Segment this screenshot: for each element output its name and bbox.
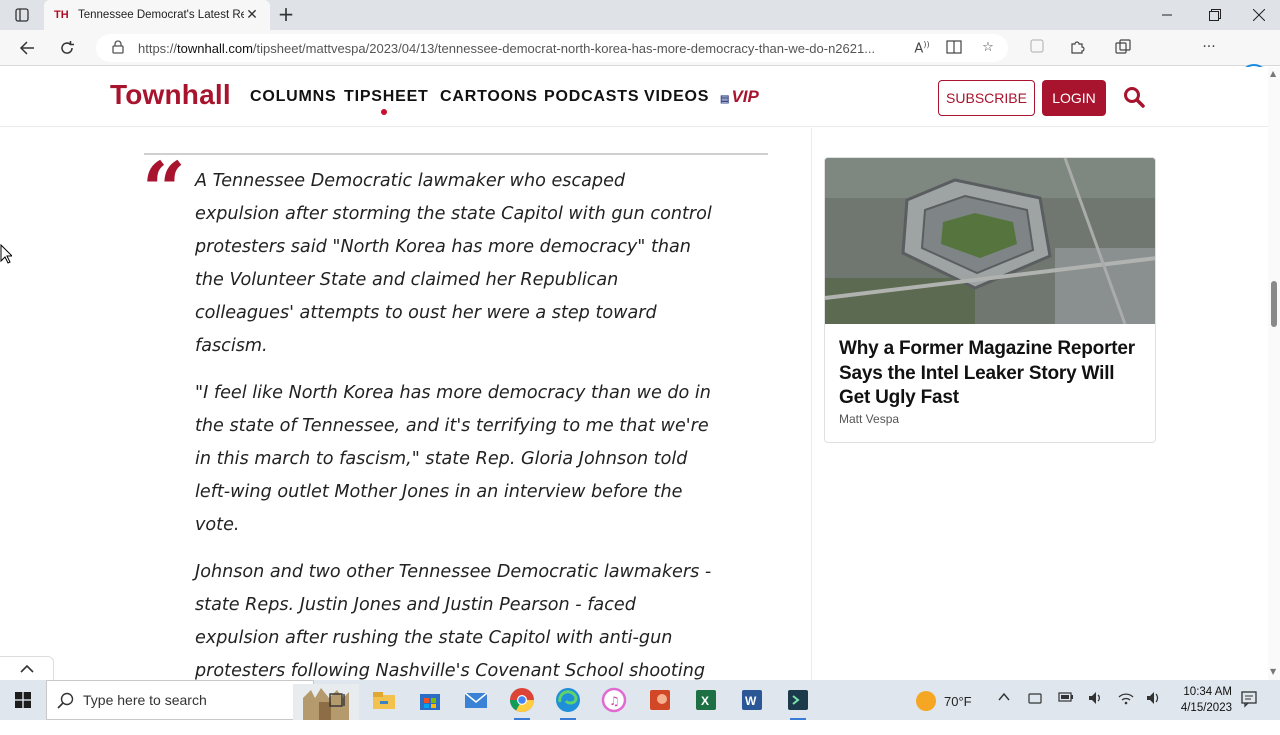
new-tab-icon[interactable]: + <box>276 4 296 26</box>
svg-text:♫: ♫ <box>609 694 620 708</box>
minimize-icon[interactable] <box>1144 0 1190 30</box>
nav-podcasts[interactable]: PODCASTS <box>544 88 639 106</box>
more-menu-icon[interactable]: ··· <box>1198 39 1220 59</box>
nav-tipsheet[interactable]: TIPSHEET <box>344 88 429 106</box>
article-paragraph: A Tennessee Democratic lawmaker who esca… <box>195 171 712 356</box>
scroll-down-icon[interactable]: ▼ <box>1270 667 1276 676</box>
meet-now-icon[interactable] <box>1028 691 1042 709</box>
address-bar[interactable]: https://townhall.com/tipsheet/mattvespa/… <box>96 34 1008 62</box>
browser-toolbar: https://townhall.com/tipsheet/mattvespa/… <box>0 30 1280 92</box>
lock-icon[interactable] <box>112 39 138 57</box>
immersive-reader-icon[interactable] <box>944 40 964 58</box>
volume-icon[interactable] <box>1146 691 1162 709</box>
system-clock[interactable]: 10:34 AM 4/15/2023 <box>1168 684 1232 716</box>
file-explorer-icon[interactable] <box>370 686 398 714</box>
close-window-icon[interactable] <box>1236 0 1280 30</box>
tab-title: Tennessee Democrat's Latest Re <box>78 9 244 21</box>
url-text[interactable]: https://townhall.com/tipsheet/mattvespa/… <box>138 41 908 56</box>
clock-time: 10:34 AM <box>1183 686 1232 698</box>
weather-widget[interactable]: 70°F <box>916 691 972 711</box>
search-icon <box>57 692 74 709</box>
collections-icon[interactable] <box>1112 39 1134 59</box>
site-logo[interactable]: Townhall <box>110 79 231 111</box>
tab-favicon: TH <box>54 9 69 21</box>
svg-text:W: W <box>745 694 757 708</box>
active-nav-indicator <box>381 109 387 115</box>
column-divider <box>811 128 812 680</box>
quote-mark-icon: “ <box>142 145 186 234</box>
subscribe-button[interactable]: SUBSCRIBE <box>938 80 1035 116</box>
search-placeholder: Type here to search <box>83 692 207 708</box>
svg-text:X: X <box>701 694 709 708</box>
url-path: /tipsheet/mattvespa/2023/04/13/tennessee… <box>252 40 876 56</box>
login-button[interactable]: LOGIN <box>1042 80 1106 116</box>
nav-columns[interactable]: COLUMNS <box>250 88 336 106</box>
search-icon[interactable] <box>1122 85 1148 111</box>
back-arrow-icon[interactable] <box>14 36 40 60</box>
weather-sun-icon <box>916 691 936 711</box>
temperature-label: 70°F <box>944 693 972 709</box>
tab-actions-icon[interactable] <box>8 4 36 26</box>
show-hidden-icons-chevron-icon[interactable] <box>998 691 1010 707</box>
battery-icon[interactable] <box>1058 691 1074 707</box>
extension-icon[interactable] <box>1026 39 1048 59</box>
nav-videos[interactable]: VIDEOS <box>644 88 709 106</box>
taskbar-search-input[interactable]: Type here to search <box>46 680 359 720</box>
word-icon[interactable]: W <box>738 686 766 714</box>
restore-icon[interactable] <box>1192 0 1238 30</box>
chrome-icon[interactable] <box>508 686 536 720</box>
clock-date: 4/15/2023 <box>1180 702 1232 714</box>
chevron-up-icon <box>19 664 34 673</box>
edge-icon[interactable] <box>554 686 582 720</box>
back-to-top-button[interactable] <box>0 656 54 681</box>
itunes-icon[interactable]: ♫ <box>600 686 628 714</box>
excel-icon[interactable]: X <box>692 686 720 714</box>
url-domain: townhall.com <box>177 40 253 56</box>
powerpoint-icon[interactable] <box>646 686 674 714</box>
article-paragraph: "I feel like North Korea has more democr… <box>195 383 711 535</box>
refresh-icon[interactable] <box>54 36 80 60</box>
card-author[interactable]: Matt Vespa <box>839 412 899 426</box>
scroll-up-icon[interactable]: ▲ <box>1270 69 1276 78</box>
terminal-app-icon[interactable] <box>784 686 812 720</box>
page-scrollbar[interactable]: ▲ ▼ <box>1268 67 1280 680</box>
read-aloud-icon[interactable]: A)) <box>912 40 932 58</box>
article-blockquote: A Tennessee Democratic lawmaker who esca… <box>195 165 715 735</box>
pentagon-aerial-image[interactable] <box>825 158 1156 324</box>
nav-cartoons[interactable]: CARTOONS <box>440 88 538 106</box>
speaker-icon[interactable] <box>1088 691 1104 709</box>
browser-tab-strip: TH Tennessee Democrat's Latest Re ✕ + <box>0 0 1280 30</box>
task-view-icon[interactable] <box>323 686 351 714</box>
vip-label: VIP <box>731 87 759 106</box>
card-title[interactable]: Why a Former Magazine Reporter Says the … <box>839 337 1145 411</box>
windows-start-icon[interactable] <box>0 680 46 720</box>
browser-tab[interactable]: TH Tennessee Democrat's Latest Re ✕ <box>44 0 270 30</box>
site-header: Townhall COLUMNS TIPSHEET CARTOONS PODCA… <box>0 67 1268 127</box>
flag-icon: ▤ <box>720 94 730 105</box>
scrollbar-thumb[interactable] <box>1271 281 1277 327</box>
mouse-cursor-icon <box>0 244 12 264</box>
close-tab-icon[interactable]: ✕ <box>244 7 260 23</box>
mail-icon[interactable] <box>462 686 490 714</box>
wifi-icon[interactable] <box>1118 691 1134 709</box>
microsoft-store-icon[interactable] <box>416 686 444 714</box>
extensions-puzzle-icon[interactable] <box>1066 39 1088 59</box>
url-scheme: https:// <box>138 40 178 56</box>
notifications-icon[interactable] <box>1240 690 1258 708</box>
quote-divider <box>144 153 768 155</box>
favorite-star-icon[interactable]: ☆ <box>978 40 998 58</box>
related-story-card[interactable]: Why a Former Magazine Reporter Says the … <box>824 157 1156 443</box>
nav-vip[interactable]: ▤ VIP <box>720 87 759 107</box>
windows-taskbar: Type here to search ♫ X W 70°F 10:34 AM … <box>0 680 1280 720</box>
